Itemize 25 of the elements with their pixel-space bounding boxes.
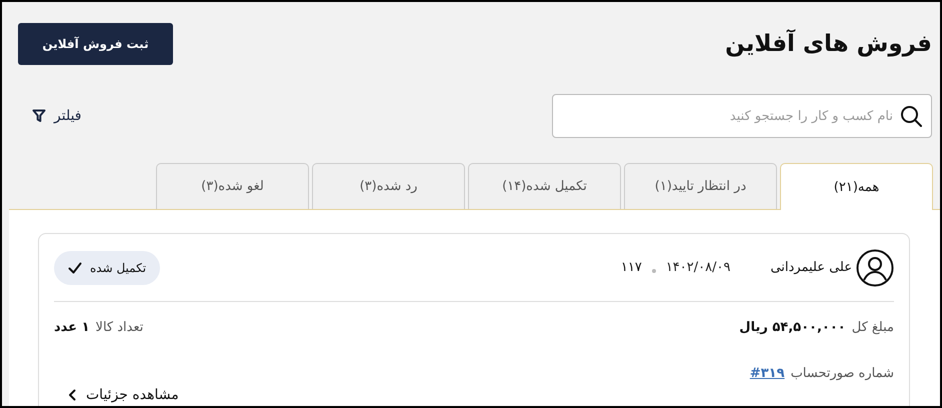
order-date: ۱۴۰۲/۰۸/۰۹ bbox=[666, 260, 730, 275]
tab[interactable]: در انتظار تایید(۱) bbox=[624, 163, 777, 209]
tab[interactable]: همه(۲۱) bbox=[780, 163, 933, 210]
status-badge: تکمیل شده bbox=[54, 250, 160, 284]
chevron-left-icon bbox=[68, 389, 76, 401]
search-field[interactable]: نام کسب و کار را جستجو کنید bbox=[552, 94, 932, 138]
page-title: فروش های آفلاین bbox=[725, 31, 932, 57]
total-amount: ۵۴,۵۰۰,۰۰۰ ریال bbox=[739, 320, 846, 334]
filter-button[interactable]: فیلتر bbox=[32, 108, 82, 124]
tab[interactable]: تکمیل شده(۱۴) bbox=[468, 163, 621, 209]
user-avatar-icon bbox=[856, 248, 894, 286]
check-icon bbox=[68, 262, 82, 274]
item-count: ۱ عدد bbox=[54, 320, 90, 334]
order-number: ۱۱۷ bbox=[620, 260, 642, 275]
item-count-label: تعداد کالا bbox=[96, 320, 144, 334]
tab[interactable]: رد شده(۳) bbox=[312, 163, 465, 209]
customer-name: علی علیمردانی bbox=[770, 260, 852, 275]
separator-dot bbox=[652, 268, 656, 272]
total-label: مبلغ کل bbox=[852, 320, 894, 334]
filter-icon bbox=[32, 109, 46, 123]
view-details-link[interactable]: مشاهده جزئیات bbox=[68, 387, 179, 403]
invoice-link[interactable]: #۳۱۹ bbox=[750, 366, 785, 380]
tab[interactable]: لغو شده(۳) bbox=[156, 163, 309, 209]
invoice-label: شماره صورتحساب bbox=[790, 366, 894, 380]
add-offline-sale-button[interactable]: ثبت فروش آفلاین bbox=[18, 23, 173, 65]
